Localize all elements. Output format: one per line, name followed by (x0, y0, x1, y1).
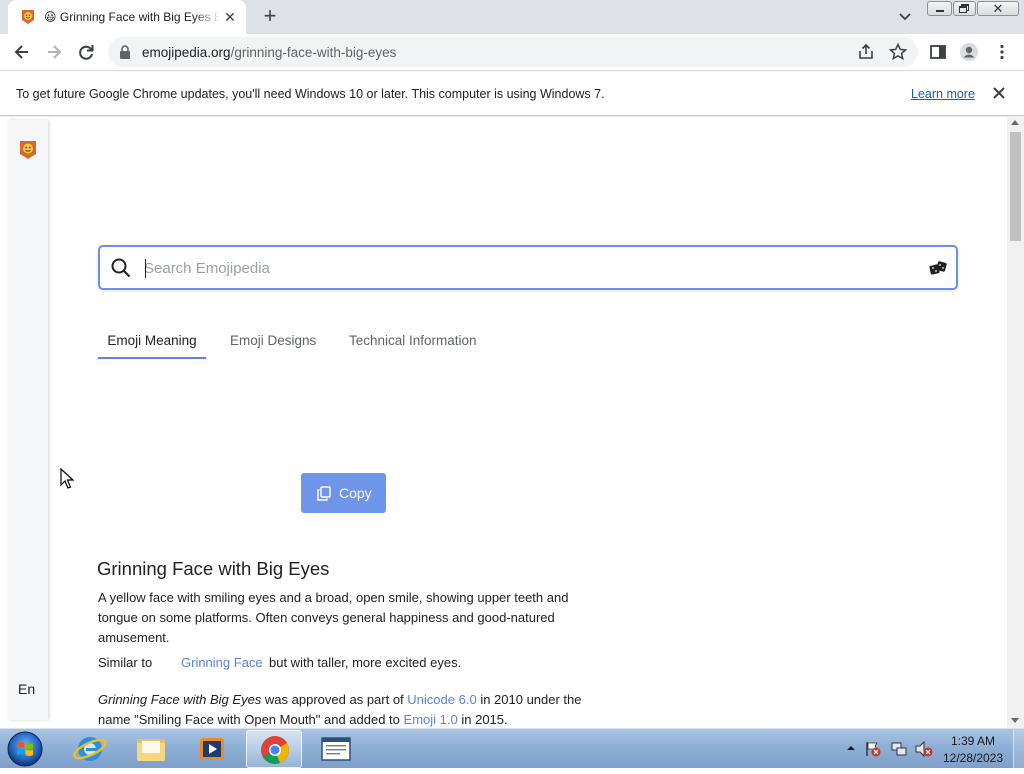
back-icon[interactable] (12, 42, 32, 62)
internet-explorer-icon (73, 737, 107, 761)
forward-icon[interactable] (44, 42, 64, 62)
tab-emoji-designs[interactable]: Emoji Designs (230, 333, 316, 348)
site-sidebar: En (8, 120, 48, 720)
close-window-button[interactable]: ✕ (977, 1, 1019, 16)
emojipedia-logo-icon[interactable] (19, 140, 37, 160)
browser-tab[interactable]: 😃 Grinning Face with Big Eyes Emojipedia… (8, 0, 246, 34)
emoji-name-italic: Grinning Face with Big Eyes (98, 692, 262, 707)
volume-muted-icon[interactable] (914, 740, 934, 758)
approval-text: was approved as part of (264, 692, 404, 707)
tab-technical-information[interactable]: Technical Information (349, 333, 477, 348)
unicode-version-link[interactable]: Unicode 6.0 (407, 692, 476, 707)
kebab-menu-icon[interactable] (992, 42, 1012, 62)
emoji-search-box[interactable] (98, 245, 958, 290)
similar-to-label: Similar to (98, 655, 153, 670)
page-viewport: En Emoji Meaning Emoji Designs Technical… (0, 117, 1024, 728)
show-desktop-button[interactable] (1013, 729, 1024, 769)
taskbar-notepad[interactable] (308, 730, 364, 768)
learn-more-link[interactable]: Learn more (911, 87, 975, 101)
scrollbar-thumb[interactable] (1010, 132, 1021, 241)
copy-icon (317, 486, 331, 501)
tab-title: 😃 Grinning Face with Big Eyes Emojipedia (44, 10, 220, 24)
similar-emoji-link[interactable]: Grinning Face (181, 655, 263, 670)
text-caret (145, 259, 146, 278)
show-hidden-icons-icon[interactable] (846, 743, 856, 753)
taskbar-file-explorer[interactable] (123, 730, 179, 768)
side-panel-icon[interactable] (928, 42, 948, 62)
windows-taskbar: 1:39 AM 12/28/2023 (0, 728, 1024, 769)
emoji-version-link[interactable]: Emoji 1.0 (404, 712, 458, 727)
chrome-icon (261, 736, 289, 764)
share-icon[interactable] (856, 42, 876, 62)
media-player-icon (200, 738, 224, 760)
page-title: Grinning Face with Big Eyes (97, 558, 330, 579)
lock-icon[interactable] (119, 45, 131, 59)
approval-history-text: Grinning Face with Big Eyes was approved… (98, 690, 598, 728)
bookmark-star-icon[interactable] (888, 42, 908, 62)
scroll-down-arrow[interactable] (1011, 718, 1019, 723)
minimize-button[interactable] (927, 1, 952, 16)
mouse-cursor-icon (60, 468, 74, 489)
search-icon (111, 258, 131, 278)
emojipedia-logo-icon (22, 10, 34, 24)
restore-button[interactable] (953, 1, 976, 16)
tab-close-icon[interactable]: ✕ (222, 9, 238, 25)
clock-time[interactable]: 1:39 AM (949, 734, 997, 748)
network-icon[interactable] (890, 740, 908, 758)
page-scrollbar[interactable] (1007, 117, 1024, 728)
taskbar-chrome[interactable] (246, 730, 302, 768)
tab-emoji-meaning[interactable]: Emoji Meaning (98, 333, 206, 359)
browser-toolbar: emojipedia.org/grinning-face-with-big-ey… (0, 34, 1024, 71)
search-input[interactable] (144, 254, 904, 282)
taskbar-media-player[interactable] (184, 730, 240, 768)
notepad-icon (321, 737, 351, 761)
url-text: emojipedia.org/grinning-face-with-big-ey… (142, 45, 397, 60)
approval-text: in 2015. (461, 712, 508, 727)
similar-to-text: but with taller, more excited eyes. (269, 655, 462, 670)
emoji-description: A yellow face with smiling eyes and a br… (98, 590, 569, 645)
reload-icon[interactable] (76, 42, 96, 62)
copy-button[interactable]: Copy (301, 473, 386, 513)
address-bar[interactable]: emojipedia.org/grinning-face-with-big-ey… (108, 37, 918, 67)
update-infobar: To get future Google Chrome updates, you… (0, 72, 1024, 116)
windows-start-icon[interactable] (6, 730, 44, 768)
dice-icon[interactable] (929, 260, 947, 276)
copy-button-label: Copy (339, 485, 372, 501)
action-center-flag-icon[interactable] (864, 740, 882, 758)
close-icon[interactable] (991, 85, 1007, 101)
tab-search-icon[interactable] (895, 8, 915, 26)
new-tab-icon[interactable]: + (258, 5, 282, 29)
language-selector[interactable]: En (18, 681, 35, 697)
taskbar-internet-explorer[interactable] (62, 730, 118, 768)
browser-tab-strip: 😃 Grinning Face with Big Eyes Emojipedia… (0, 0, 1024, 34)
clock-date[interactable]: 12/28/2023 (939, 751, 1007, 765)
infobar-message: To get future Google Chrome updates, you… (16, 87, 605, 101)
scroll-up-arrow[interactable] (1011, 120, 1019, 125)
file-explorer-icon (137, 739, 165, 761)
profile-icon[interactable] (959, 42, 979, 62)
